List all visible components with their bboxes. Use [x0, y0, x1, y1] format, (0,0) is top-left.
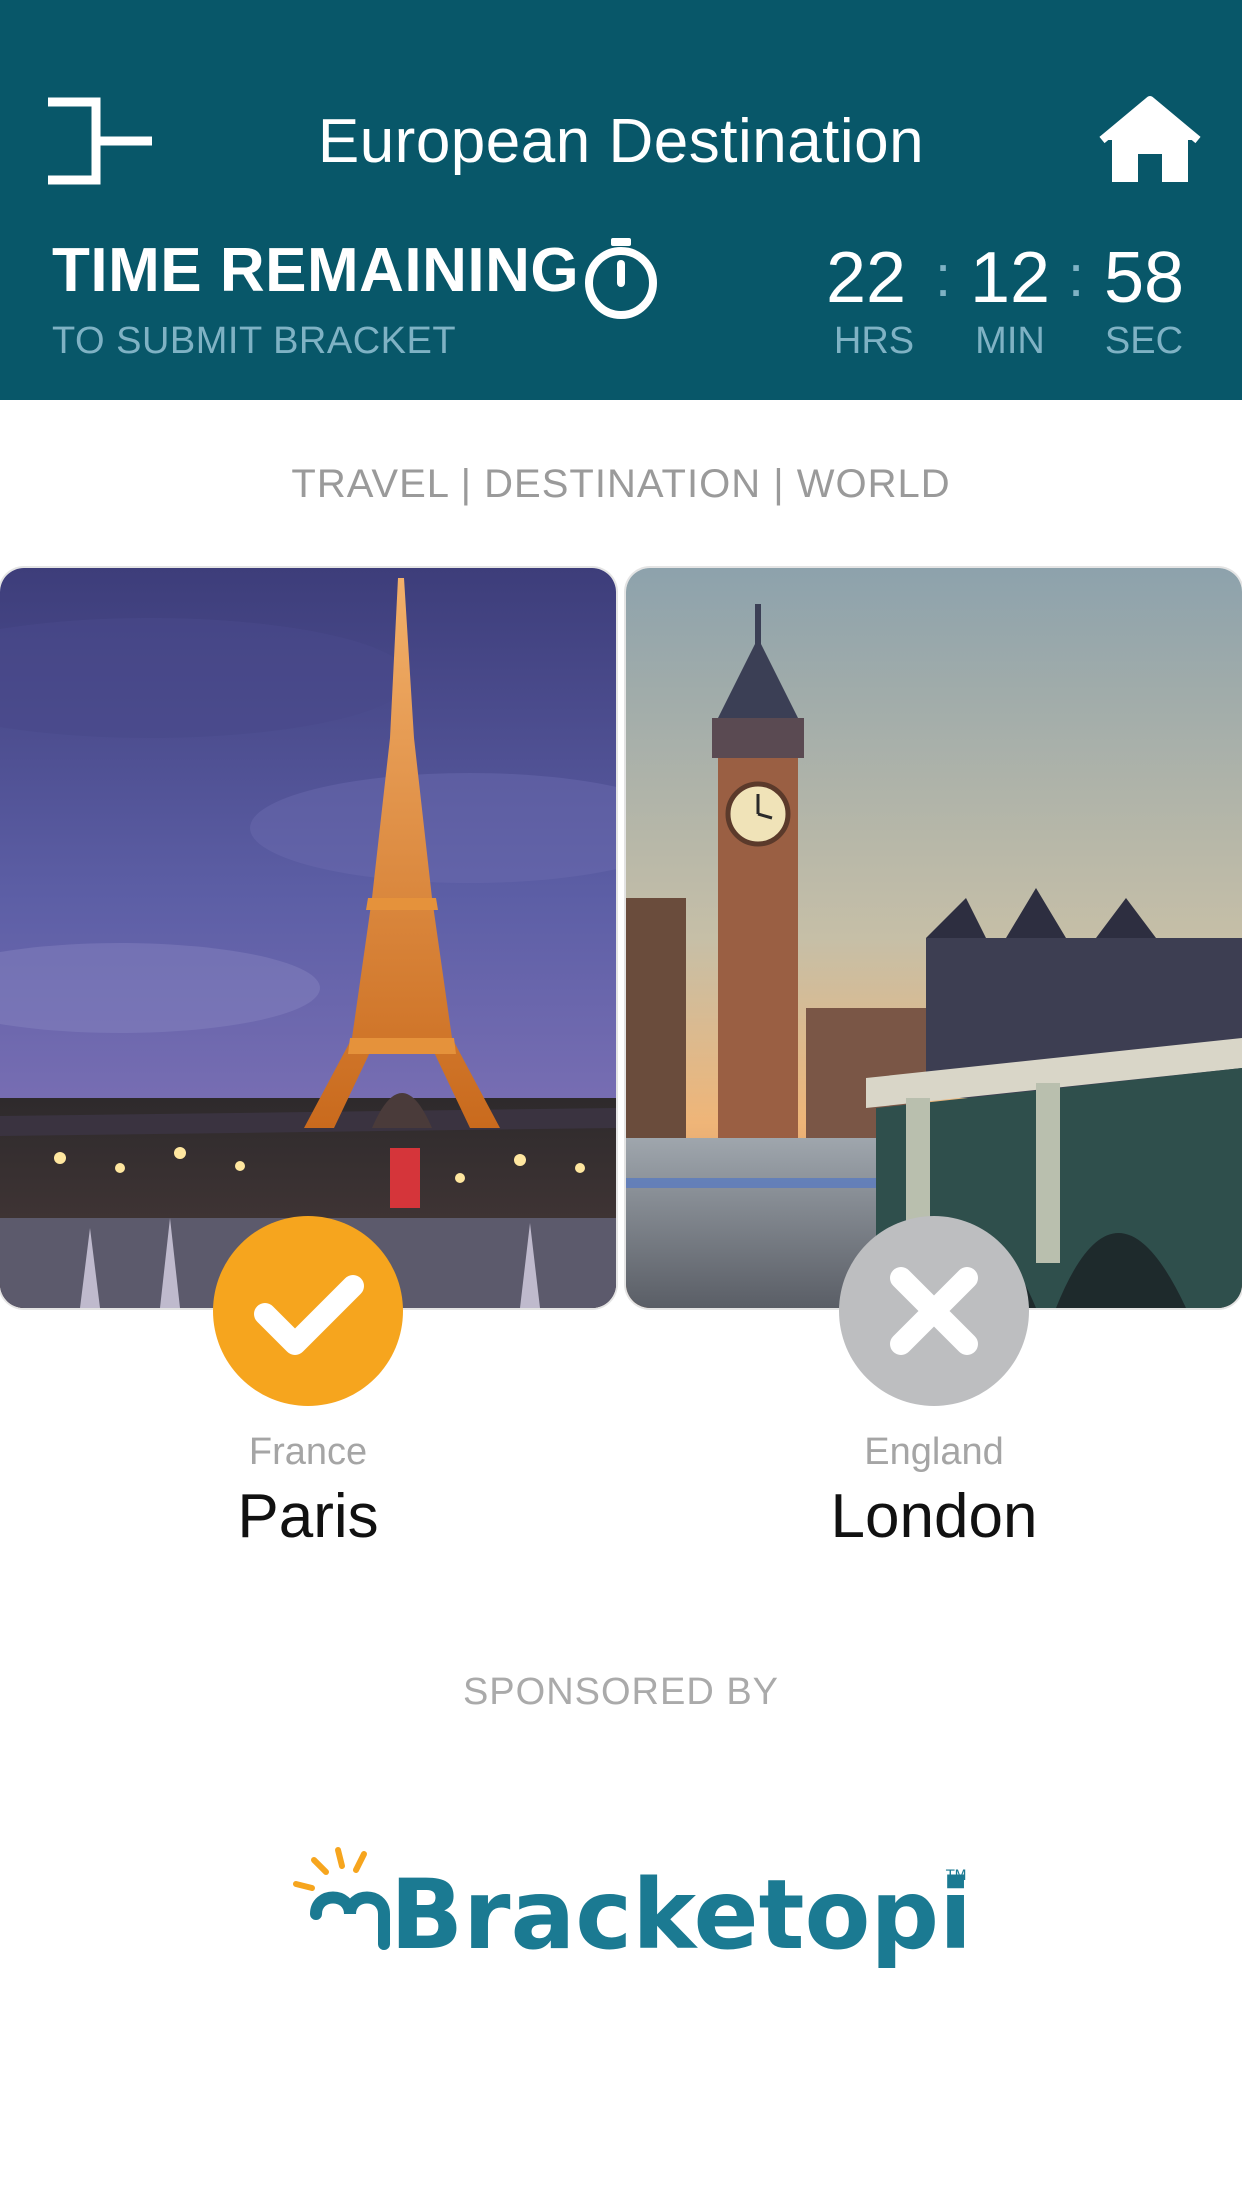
- page-title: European Destination: [317, 107, 925, 176]
- stopwatch-icon: [580, 236, 662, 320]
- bracket-icon[interactable]: [47, 96, 153, 186]
- countdown-minutes: 12: [969, 238, 1051, 318]
- check-icon: [254, 1275, 364, 1355]
- close-icon: [890, 1267, 978, 1355]
- countdown-separator: :: [934, 244, 952, 309]
- countdown-separator: :: [1067, 244, 1085, 309]
- eiffel-tower-photo[interactable]: [0, 568, 616, 1308]
- countdown-hours-unit: HRS: [833, 320, 915, 362]
- countdown-seconds-unit: SEC: [1104, 320, 1184, 362]
- left-city-label: Paris: [237, 1482, 379, 1551]
- countdown-hours: 22: [825, 238, 907, 318]
- right-city-label: London: [830, 1482, 1038, 1551]
- bracketopia-logo[interactable]: Bracketopia TM: [290, 1840, 1037, 1980]
- sponsored-by-label: SPONSORED BY: [462, 1671, 780, 1713]
- right-country-label: England: [864, 1431, 1004, 1473]
- big-ben-photo[interactable]: [626, 568, 1242, 1308]
- trademark-mark: TM: [945, 1868, 967, 1884]
- time-remaining-sublabel: TO SUBMIT BRACKET: [52, 320, 457, 362]
- select-london-button[interactable]: [839, 1216, 1029, 1406]
- countdown-seconds: 58: [1103, 238, 1185, 318]
- left-country-label: France: [248, 1431, 368, 1473]
- header-bar: European Destination TIME REMAINING TO S…: [0, 0, 1242, 400]
- home-icon[interactable]: [1098, 94, 1202, 186]
- countdown-minutes-unit: MIN: [975, 320, 1045, 362]
- category-tags: TRAVEL | DESTINATION | WORLD: [291, 462, 951, 506]
- logo-text: Bracketopia: [390, 1859, 970, 1971]
- time-remaining-label: TIME REMAINING: [52, 236, 580, 305]
- select-paris-button[interactable]: [213, 1216, 403, 1406]
